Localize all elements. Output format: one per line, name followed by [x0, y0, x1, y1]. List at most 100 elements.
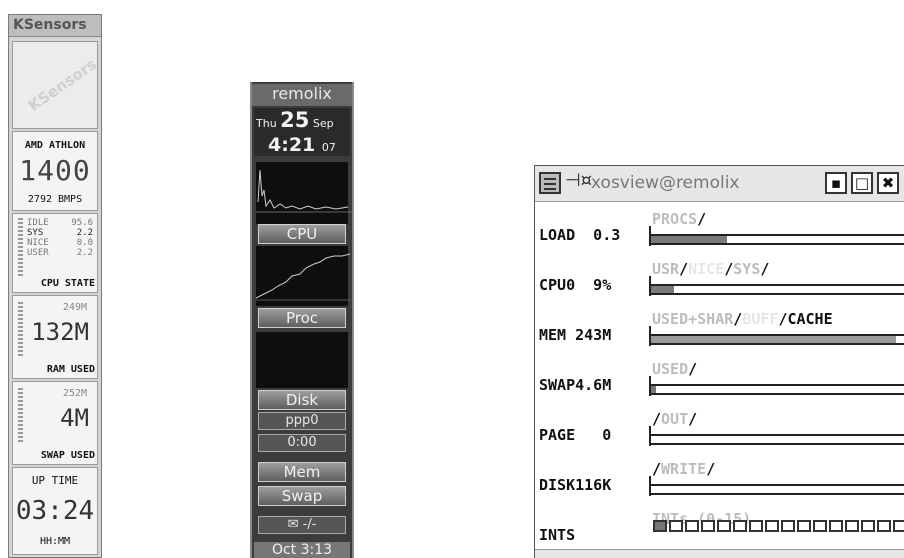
swap-total: 252M [62, 388, 87, 399]
mail-count: -/- [302, 517, 317, 532]
bogomips: 2792 BMPS [27, 194, 83, 205]
ram-used-value: 132M [31, 318, 89, 346]
swap-button[interactable]: Swap [258, 486, 346, 506]
mem-button[interactable]: Mem [258, 462, 346, 482]
meter-bar [649, 334, 904, 345]
cpu-button[interactable]: CPU [258, 224, 346, 244]
uptime-value: 03:24 [15, 496, 95, 526]
swap-used-label: SWAP USED [40, 450, 95, 461]
interrupt-led [877, 520, 891, 532]
meter-row: PAGE 0/OUT/ [535, 404, 904, 454]
month-name: Sep [312, 117, 334, 130]
cpu-state-row: SYS 2.2 [27, 228, 93, 238]
ram-total: 249M [62, 302, 87, 313]
cpu-graph [256, 162, 352, 224]
swap-used-value: 4M [60, 404, 89, 432]
meter-bar [649, 434, 904, 445]
interrupt-leds [653, 520, 904, 532]
meter-row: MEM 243M USED+SHAR/BUFF/CACHE [535, 304, 904, 354]
meter-fill [651, 286, 674, 293]
meter-fill [651, 386, 657, 393]
meter-label: LOAD 0.3 [539, 226, 621, 244]
interrupt-led [653, 520, 667, 532]
interrupt-led [717, 520, 731, 532]
uptime-label: UP TIME [31, 474, 79, 487]
xosview-window: ⊣¤ xosview@remolix ▪ □ ✖ LOAD 0.3 PROCS/C… [534, 165, 904, 558]
pin-icon[interactable]: ⊣¤ [565, 170, 592, 191]
cpu-state-bar [18, 218, 23, 276]
interrupt-led [669, 520, 683, 532]
meter-fill [651, 236, 727, 243]
cpu-graph-svg [256, 169, 352, 213]
meter-legend: PROCS/ [652, 210, 707, 228]
swap-panel[interactable]: 252M 4M SWAP USED [12, 381, 98, 465]
ksensors-logo-text: KSensors [24, 55, 100, 115]
meter-legend: /OUT/ [652, 410, 698, 428]
disk-graph [256, 332, 348, 388]
ksensors-logo: KSensors [12, 41, 100, 129]
meter-bar [649, 284, 904, 295]
meter-legend: /WRITE/ [652, 460, 716, 478]
interrupt-led [685, 520, 699, 532]
interrupt-led [701, 520, 715, 532]
ram-panel[interactable]: 249M 132M RAM USED [12, 295, 98, 379]
meter-legend: USED/ [652, 360, 698, 378]
interrupt-led [765, 520, 779, 532]
ppp-button[interactable]: ppp0 [258, 412, 346, 430]
interrupt-led [749, 520, 763, 532]
uptime-panel[interactable]: UP TIME 03:24 HH:MM [12, 467, 98, 555]
cpu-mhz: 1400 [19, 154, 91, 187]
interrupt-led [813, 520, 827, 532]
close-button[interactable]: ✖ [877, 172, 899, 194]
proc-button[interactable]: Proc [258, 308, 346, 328]
meter-row: SWAP4.6M USED/ [535, 354, 904, 404]
meter-bar [649, 384, 904, 395]
interrupt-led [893, 520, 904, 532]
ram-bar [18, 302, 23, 358]
meter-label: DISK116K [539, 476, 612, 494]
meter-bar [649, 234, 904, 245]
dock-bottom-clock: Oct 3:13 [254, 542, 350, 558]
clock-display: 4:21 07 [254, 134, 350, 156]
swap-bar [18, 388, 23, 444]
interrupt-led [733, 520, 747, 532]
meter-label: PAGE 0 [539, 426, 612, 444]
proc-graph [255, 246, 352, 306]
disk-button[interactable]: Disk [258, 390, 346, 410]
cpu-state-row: IDLE 95.6 [27, 218, 93, 228]
clock-seconds: 07 [321, 141, 336, 154]
cpu-state-panel[interactable]: IDLE 95.6 SYS 2.2 NICE 0.0 USER 2.2 CPU STAT… [12, 213, 98, 293]
meter-legend: USED+SHAR/BUFF/CACHE [652, 310, 833, 328]
interrupt-led [781, 520, 795, 532]
ram-used-label: RAM USED [46, 364, 95, 375]
proc-graph-svg [255, 253, 352, 301]
ksensors-window: KSensors KSensors AMD ATHLON 1400 2792 B… [8, 14, 102, 558]
xosview-bottom-edge [535, 549, 904, 558]
window-menu-icon[interactable] [539, 172, 561, 194]
ksensors-title[interactable]: KSensors [9, 15, 101, 37]
interrupt-led [829, 520, 843, 532]
cpu-info-panel[interactable]: AMD ATHLON 1400 2792 BMPS [12, 131, 98, 211]
xosview-title: xosview@remolix [591, 173, 740, 193]
date-number: 25 [280, 108, 310, 132]
mail-button[interactable]: ✉ -/- [258, 516, 346, 534]
cpu-state-label: CPU STATE [40, 278, 95, 289]
clock-time: 4:21 [268, 134, 316, 156]
hostname-label: remolix [252, 84, 352, 106]
maximize-button[interactable]: □ [851, 172, 873, 194]
minimize-button[interactable]: ▪ [825, 172, 847, 194]
meter-row: LOAD 0.3 PROCS/ [535, 204, 904, 254]
ppp-timer[interactable]: 0:00 [258, 434, 346, 452]
interrupt-led [845, 520, 859, 532]
envelope-icon: ✉ [287, 517, 299, 532]
meter-legend: USR/NICE/SYS/ [652, 260, 770, 278]
meter-label: CPU0 9% [539, 276, 612, 294]
xosview-titlebar[interactable]: ⊣¤ xosview@remolix ▪ □ ✖ [535, 166, 904, 202]
cpu-model: AMD ATHLON [24, 140, 86, 151]
meter-label: INTS [539, 526, 576, 544]
meter-row: DISK116K/WRITE/ [535, 454, 904, 504]
meter-row: CPU0 9% USR/NICE/SYS/ [535, 254, 904, 304]
interrupt-led [797, 520, 811, 532]
meter-label: MEM 243M [539, 326, 612, 344]
cpu-state-row: USER 2.2 [27, 248, 93, 258]
